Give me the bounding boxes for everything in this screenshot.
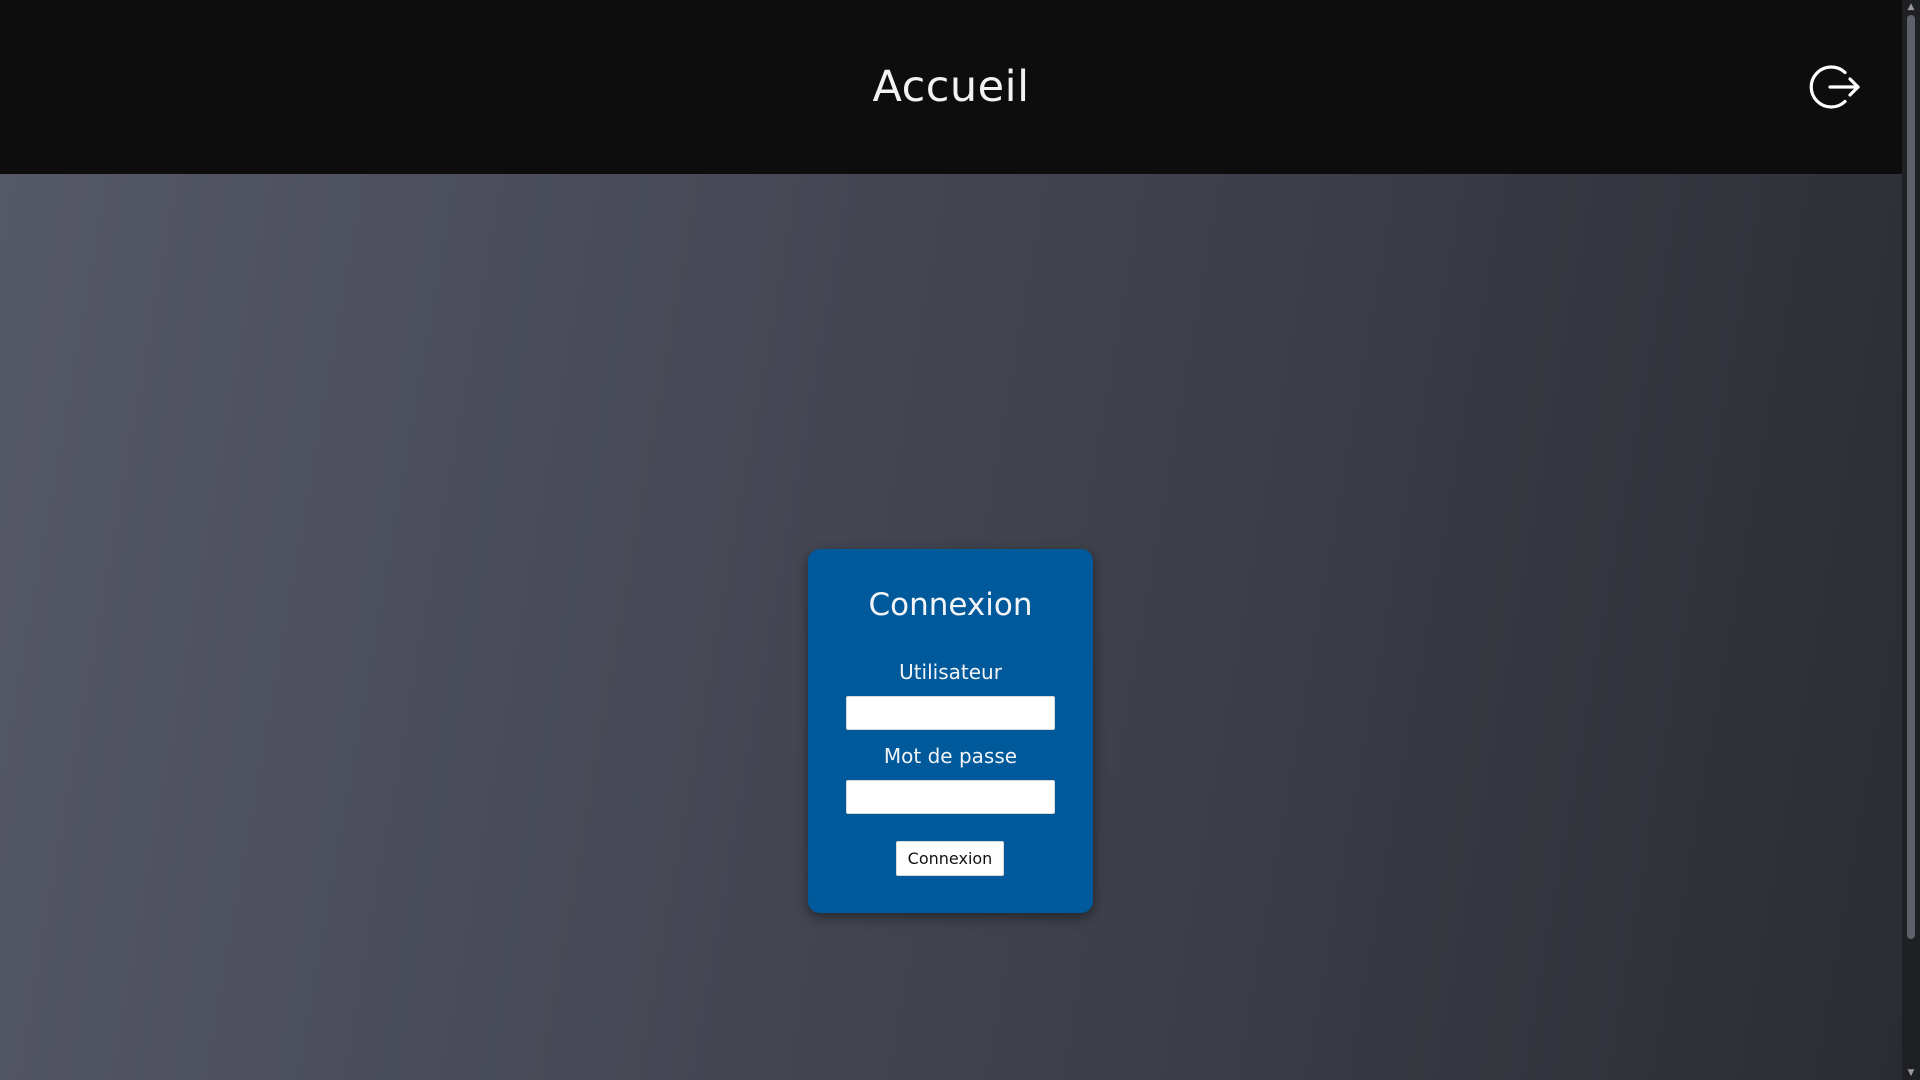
scrollbar-thumb[interactable]	[1907, 15, 1915, 939]
scroll-down-arrow-icon[interactable]: ▼	[1902, 1066, 1920, 1080]
page-title: Accueil	[872, 62, 1030, 112]
username-input[interactable]	[846, 696, 1055, 730]
main-area: Connexion Utilisateur Mot de passe Conne…	[0, 174, 1902, 1080]
vertical-scrollbar[interactable]: ▲ ▼	[1902, 0, 1920, 1080]
page: Accueil Connexion Utilisateur Mot de pas…	[0, 0, 1920, 1080]
username-label: Utilisateur	[899, 660, 1002, 684]
logout-button[interactable]	[1807, 59, 1863, 115]
password-label: Mot de passe	[883, 744, 1018, 768]
password-input[interactable]	[846, 780, 1055, 814]
scroll-up-arrow-icon[interactable]: ▲	[1902, 0, 1920, 14]
logout-icon	[1809, 65, 1860, 109]
login-card: Connexion Utilisateur Mot de passe Conne…	[808, 549, 1093, 913]
header-bar: Accueil	[0, 0, 1902, 174]
login-title: Connexion	[868, 587, 1033, 623]
login-submit-button[interactable]: Connexion	[896, 841, 1004, 876]
